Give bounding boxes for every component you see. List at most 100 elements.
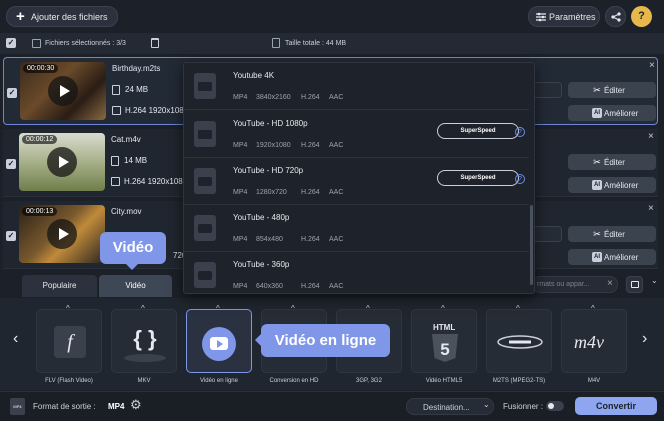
help-button[interactable]: ? <box>631 6 652 27</box>
settings-label: Paramètres <box>549 12 596 22</box>
video-thumbnail: 00:00:13 <box>19 205 105 263</box>
document-icon <box>272 38 280 48</box>
search-input[interactable]: rmats ou appar... × <box>532 276 618 293</box>
enhance-button[interactable]: AI Améliorer <box>568 105 656 121</box>
format-online-video[interactable]: ^ <box>186 304 252 373</box>
edit-label: Éditer <box>604 86 625 95</box>
preset-resolution: 1280x720 <box>256 189 287 196</box>
scissors-icon: ✂ <box>593 229 601 239</box>
format-m2ts[interactable]: ^ <box>486 304 552 373</box>
preset-option[interactable]: YouTube - HD 1080p MP4 1920x1080 H.264 A… <box>184 111 529 158</box>
sliders-icon <box>536 12 546 22</box>
file-codec: H.264 1920x108 <box>125 106 184 115</box>
format-3gp-label: 3GP, 3G2 <box>356 378 382 384</box>
file-checkbox[interactable]: ✓ <box>6 159 16 169</box>
file-checkbox[interactable]: ✓ <box>7 88 17 98</box>
tooltip-video: Vidéo <box>100 232 166 264</box>
share-button[interactable] <box>605 6 626 27</box>
dropdown-scrollbar[interactable] <box>530 205 533 285</box>
preset-option[interactable]: Youtube 4K MP4 3840x2160 H.264 AAC <box>184 63 529 110</box>
format-html5[interactable]: ^ HTML 5 <box>411 304 477 373</box>
file-size: 24 MB <box>125 85 149 94</box>
chevron-right-icon[interactable]: › <box>642 330 647 348</box>
preset-option[interactable]: YouTube - 480p MP4 854x480 H.264 AAC <box>184 205 529 252</box>
file-icon <box>111 156 119 166</box>
trash-icon[interactable] <box>151 38 159 48</box>
tooltip-online-label: Vidéo en ligne <box>274 332 377 349</box>
chevron-left-icon[interactable]: ‹ <box>13 330 18 348</box>
preset-resolution: 1920x1080 <box>256 142 291 149</box>
edit-button[interactable]: ✂ Éditer <box>568 154 656 170</box>
help-icon[interactable]: ? <box>515 174 525 184</box>
enhance-label: Améliorer <box>604 109 639 118</box>
play-icon[interactable] <box>48 76 78 106</box>
tab-video[interactable]: Vidéo <box>99 275 172 297</box>
bottom-bar: MP4 Format de sortie : MP4 ⚙ Destination… <box>0 391 664 421</box>
format-mkv[interactable]: ^ { } <box>111 304 177 373</box>
convert-button[interactable]: Convertir <box>575 397 657 415</box>
file-name: Birthday.m2ts <box>112 64 161 73</box>
select-all-checkbox[interactable]: ✓ <box>6 38 16 48</box>
enhance-button[interactable]: AI Améliorer <box>568 177 656 193</box>
chevron-down-icon[interactable]: ⌄ <box>651 276 658 285</box>
tab-video-label: Vidéo <box>125 281 146 290</box>
add-files-button[interactable]: + Ajouter des fichiers <box>6 6 118 27</box>
codec-icon <box>112 106 121 115</box>
m4v-icon: m4v <box>574 332 604 352</box>
format-flv[interactable]: ^ f <box>36 304 102 373</box>
preset-audio-codec: AAC <box>329 283 344 290</box>
duration-badge: 00:00:30 <box>23 64 59 73</box>
duration-badge: 00:00:13 <box>22 207 58 216</box>
bluray-icon <box>497 335 543 349</box>
superspeed-badge: SuperSpeed <box>437 170 519 186</box>
convert-label: Convertir <box>595 401 636 411</box>
ai-icon: AI <box>592 108 602 118</box>
tooltip-arrow <box>126 264 138 270</box>
chevron-up-icon: ^ <box>291 304 295 313</box>
preset-audio-codec: AAC <box>329 236 344 243</box>
preset-option[interactable]: YouTube - HD 720p MP4 1280x720 H.264 AAC… <box>184 158 529 205</box>
tab-popular[interactable]: Populaire <box>22 275 97 297</box>
youtube-file-icon <box>194 262 216 288</box>
edit-button[interactable]: ✂ Éditer <box>568 226 656 242</box>
question-icon: ? <box>638 10 645 22</box>
file-checkbox[interactable]: ✓ <box>6 231 16 241</box>
enhance-label: Améliorer <box>604 253 639 262</box>
preset-name: Youtube 4K <box>233 71 275 80</box>
enhance-button[interactable]: AI Améliorer <box>568 249 656 265</box>
gear-icon[interactable]: ⚙ <box>130 397 142 413</box>
destination-button[interactable]: Destination... ⌄ <box>406 398 494 415</box>
help-icon[interactable]: ? <box>515 127 525 137</box>
preset-resolution: 3840x2160 <box>256 94 291 101</box>
close-icon[interactable]: × <box>648 131 654 142</box>
youtube-file-icon <box>194 215 216 241</box>
preset-resolution: 640x360 <box>256 283 283 290</box>
preset-video-codec: H.264 <box>301 283 320 290</box>
preset-container: MP4 <box>233 283 248 290</box>
play-icon[interactable] <box>47 147 77 177</box>
merge-toggle[interactable] <box>546 401 564 411</box>
chevron-up-icon: ^ <box>66 304 70 313</box>
mkv-base-icon <box>124 354 166 362</box>
svg-text:5: 5 <box>440 340 449 359</box>
clear-icon[interactable]: × <box>607 278 613 289</box>
duration-badge: 00:00:12 <box>22 135 58 144</box>
selection-bar: ✓ Fichiers sélectionnés : 3/3 Taille tot… <box>0 33 664 54</box>
chevron-up-icon: ^ <box>366 304 370 313</box>
edit-button[interactable]: ✂ Éditer <box>568 82 656 98</box>
tooltip-arrow <box>255 334 261 346</box>
add-format-button[interactable] <box>626 276 643 293</box>
flash-icon: f <box>54 326 86 358</box>
play-icon[interactable] <box>47 219 77 249</box>
format-m4v[interactable]: ^ m4v <box>561 304 627 373</box>
ai-icon: AI <box>592 180 602 190</box>
preset-option[interactable]: YouTube - 360p MP4 640x360 H.264 AAC <box>184 252 529 293</box>
close-icon[interactable]: × <box>649 60 655 71</box>
preset-container: MP4 <box>233 189 248 196</box>
preset-video-codec: H.264 <box>301 236 320 243</box>
files-icon <box>32 39 41 48</box>
settings-button[interactable]: Paramètres <box>528 6 600 27</box>
close-icon[interactable]: × <box>648 203 654 214</box>
codec-icon <box>111 177 120 186</box>
preset-audio-codec: AAC <box>329 94 344 101</box>
